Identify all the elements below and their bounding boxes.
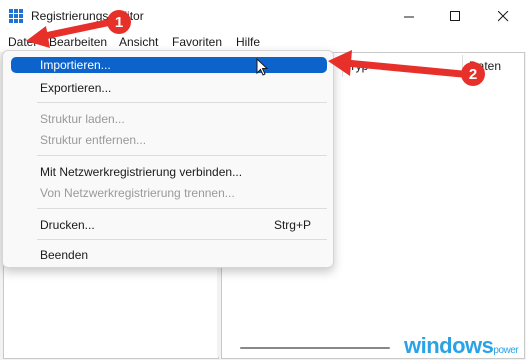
step-1-badge: 1	[107, 10, 131, 34]
menu-item-import[interactable]: Importieren...	[40, 58, 111, 72]
menu-separator	[37, 155, 327, 156]
menu-separator	[37, 208, 327, 209]
step-2-badge: 2	[461, 62, 485, 86]
menu-item-connect-network[interactable]: Mit Netzwerkregistrierung verbinden...	[40, 165, 242, 179]
maximize-button[interactable]	[432, 0, 478, 32]
menu-ansicht[interactable]: Ansicht	[119, 35, 158, 49]
menu-item-load-hive[interactable]: Struktur laden...	[40, 112, 125, 126]
minimize-icon	[403, 16, 414, 17]
menu-favoriten[interactable]: Favoriten	[172, 35, 222, 49]
print-shortcut: Strg+P	[273, 218, 311, 232]
annotation-arrow-2-icon	[328, 50, 466, 78]
watermark-brand: windows	[404, 333, 494, 358]
registry-editor-icon	[9, 9, 23, 23]
watermark-suffix: power	[493, 345, 519, 356]
menu-separator	[37, 239, 327, 240]
file-menu-dropdown: Importieren... Exportieren... Struktur l…	[2, 50, 334, 268]
close-button[interactable]	[480, 0, 526, 32]
menu-item-disconnect-network[interactable]: Von Netzwerkregistrierung trennen...	[40, 186, 235, 200]
menu-item-export[interactable]: Exportieren...	[40, 81, 111, 95]
maximize-icon	[449, 10, 460, 21]
menu-item-exit[interactable]: Beenden	[40, 248, 88, 262]
menu-item-unload-hive[interactable]: Struktur entfernen...	[40, 133, 146, 147]
horizontal-scrollbar[interactable]	[240, 347, 390, 349]
close-icon	[497, 10, 508, 21]
minimize-button[interactable]	[386, 0, 432, 32]
menu-hilfe[interactable]: Hilfe	[236, 35, 260, 49]
watermark-logo: windowspower	[404, 333, 519, 359]
menu-separator	[37, 102, 327, 103]
menu-item-print[interactable]: Drucken...	[40, 218, 95, 232]
mouse-cursor-icon	[256, 58, 269, 76]
